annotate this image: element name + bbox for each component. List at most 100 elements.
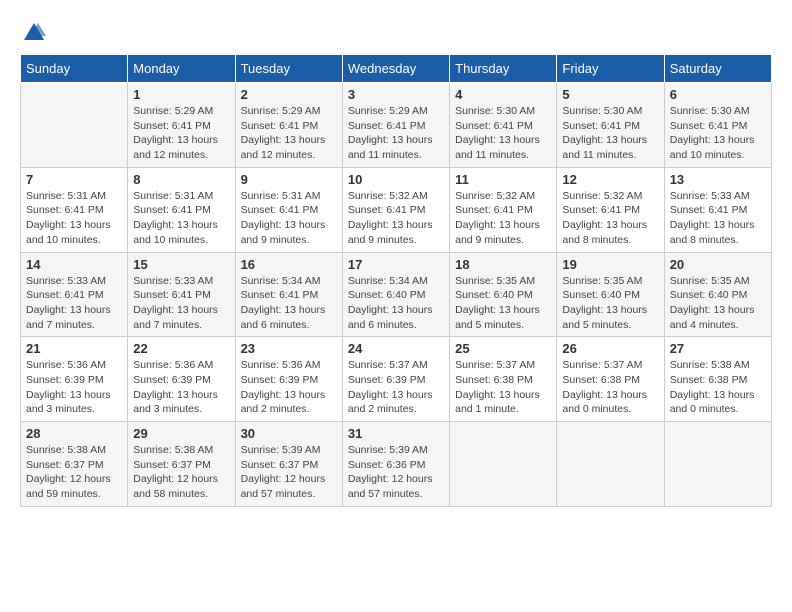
day-info: Sunrise: 5:38 AM Sunset: 6:37 PM Dayligh… xyxy=(133,443,229,502)
day-info: Sunrise: 5:39 AM Sunset: 6:37 PM Dayligh… xyxy=(241,443,337,502)
day-info: Sunrise: 5:37 AM Sunset: 6:39 PM Dayligh… xyxy=(348,358,444,417)
calendar-cell: 17 Sunrise: 5:34 AM Sunset: 6:40 PM Dayli… xyxy=(342,252,449,337)
day-number: 8 xyxy=(133,172,229,187)
day-info: Sunrise: 5:39 AM Sunset: 6:36 PM Dayligh… xyxy=(348,443,444,502)
day-number: 4 xyxy=(455,87,551,102)
day-number: 28 xyxy=(26,426,122,441)
day-number: 26 xyxy=(562,341,658,356)
day-info: Sunrise: 5:31 AM Sunset: 6:41 PM Dayligh… xyxy=(26,189,122,248)
day-number: 6 xyxy=(670,87,766,102)
day-info: Sunrise: 5:34 AM Sunset: 6:40 PM Dayligh… xyxy=(348,274,444,333)
day-info: Sunrise: 5:30 AM Sunset: 6:41 PM Dayligh… xyxy=(670,104,766,163)
day-number: 10 xyxy=(348,172,444,187)
day-info: Sunrise: 5:32 AM Sunset: 6:41 PM Dayligh… xyxy=(562,189,658,248)
day-number: 31 xyxy=(348,426,444,441)
day-info: Sunrise: 5:36 AM Sunset: 6:39 PM Dayligh… xyxy=(26,358,122,417)
day-number: 15 xyxy=(133,257,229,272)
day-info: Sunrise: 5:33 AM Sunset: 6:41 PM Dayligh… xyxy=(26,274,122,333)
column-header-saturday: Saturday xyxy=(664,55,771,83)
column-header-friday: Friday xyxy=(557,55,664,83)
calendar-cell: 20 Sunrise: 5:35 AM Sunset: 6:40 PM Dayli… xyxy=(664,252,771,337)
day-info: Sunrise: 5:35 AM Sunset: 6:40 PM Dayligh… xyxy=(455,274,551,333)
calendar-cell: 23 Sunrise: 5:36 AM Sunset: 6:39 PM Dayli… xyxy=(235,337,342,422)
calendar-cell xyxy=(21,83,128,168)
day-info: Sunrise: 5:30 AM Sunset: 6:41 PM Dayligh… xyxy=(455,104,551,163)
calendar-cell: 3Sunrise: 5:29 AM Sunset: 6:41 PM Daylig… xyxy=(342,83,449,168)
logo xyxy=(20,20,46,44)
day-number: 1 xyxy=(133,87,229,102)
day-number: 19 xyxy=(562,257,658,272)
day-number: 21 xyxy=(26,341,122,356)
day-number: 13 xyxy=(670,172,766,187)
calendar-cell: 2 Sunrise: 5:29 AM Sunset: 6:41 PM Daylig… xyxy=(235,83,342,168)
day-number: 11 xyxy=(455,172,551,187)
calendar-cell: 22 Sunrise: 5:36 AM Sunset: 6:39 PM Dayli… xyxy=(128,337,235,422)
day-number: 20 xyxy=(670,257,766,272)
column-header-monday: Monday xyxy=(128,55,235,83)
day-info: Sunrise: 5:36 AM Sunset: 6:39 PM Dayligh… xyxy=(241,358,337,417)
day-number: 14 xyxy=(26,257,122,272)
day-number: 12 xyxy=(562,172,658,187)
calendar-cell xyxy=(450,422,557,507)
calendar-cell: 11 Sunrise: 5:32 AM Sunset: 6:41 PM Dayli… xyxy=(450,167,557,252)
day-number: 18 xyxy=(455,257,551,272)
day-number: 22 xyxy=(133,341,229,356)
calendar-cell: 18 Sunrise: 5:35 AM Sunset: 6:40 PM Dayli… xyxy=(450,252,557,337)
day-number: 27 xyxy=(670,341,766,356)
logo-icon xyxy=(22,20,46,44)
day-info: Sunrise: 5:31 AM Sunset: 6:41 PM Dayligh… xyxy=(241,189,337,248)
calendar-cell: 6 Sunrise: 5:30 AM Sunset: 6:41 PM Daylig… xyxy=(664,83,771,168)
calendar-cell: 9 Sunrise: 5:31 AM Sunset: 6:41 PM Daylig… xyxy=(235,167,342,252)
day-info: Sunrise: 5:36 AM Sunset: 6:39 PM Dayligh… xyxy=(133,358,229,417)
column-header-tuesday: Tuesday xyxy=(235,55,342,83)
day-info: Sunrise: 5:38 AM Sunset: 6:38 PM Dayligh… xyxy=(670,358,766,417)
day-info: Sunrise: 5:29 AM Sunset: 6:41 PM Dayligh… xyxy=(241,104,337,163)
calendar-cell: 29 Sunrise: 5:38 AM Sunset: 6:37 PM Dayli… xyxy=(128,422,235,507)
calendar-cell: 30 Sunrise: 5:39 AM Sunset: 6:37 PM Dayli… xyxy=(235,422,342,507)
day-number: 16 xyxy=(241,257,337,272)
calendar-cell: 25 Sunrise: 5:37 AM Sunset: 6:38 PM Dayli… xyxy=(450,337,557,422)
day-number: 9 xyxy=(241,172,337,187)
calendar-cell: 19 Sunrise: 5:35 AM Sunset: 6:40 PM Dayli… xyxy=(557,252,664,337)
calendar-cell: 26Sunrise: 5:37 AM Sunset: 6:38 PM Dayli… xyxy=(557,337,664,422)
day-number: 2 xyxy=(241,87,337,102)
day-info: Sunrise: 5:29 AM Sunset: 6:41 PM Dayligh… xyxy=(133,104,229,163)
calendar-cell: 1 Sunrise: 5:29 AM Sunset: 6:41 PM Daylig… xyxy=(128,83,235,168)
calendar-cell: 15 Sunrise: 5:33 AM Sunset: 6:41 PM Dayli… xyxy=(128,252,235,337)
day-number: 3 xyxy=(348,87,444,102)
day-info: Sunrise: 5:37 AM Sunset: 6:38 PM Dayligh… xyxy=(455,358,551,417)
day-info: Sunrise: 5:31 AM Sunset: 6:41 PM Dayligh… xyxy=(133,189,229,248)
calendar-cell: 21 Sunrise: 5:36 AM Sunset: 6:39 PM Dayli… xyxy=(21,337,128,422)
day-number: 7 xyxy=(26,172,122,187)
calendar-cell: 10 Sunrise: 5:32 AM Sunset: 6:41 PM Dayli… xyxy=(342,167,449,252)
calendar-cell: 13 Sunrise: 5:33 AM Sunset: 6:41 PM Dayli… xyxy=(664,167,771,252)
calendar-cell: 24 Sunrise: 5:37 AM Sunset: 6:39 PM Dayli… xyxy=(342,337,449,422)
day-info: Sunrise: 5:35 AM Sunset: 6:40 PM Dayligh… xyxy=(670,274,766,333)
day-info: Sunrise: 5:30 AM Sunset: 6:41 PM Dayligh… xyxy=(562,104,658,163)
day-number: 23 xyxy=(241,341,337,356)
calendar-cell xyxy=(557,422,664,507)
calendar-cell: 5Sunrise: 5:30 AM Sunset: 6:41 PM Daylig… xyxy=(557,83,664,168)
column-header-wednesday: Wednesday xyxy=(342,55,449,83)
calendar-table: SundayMondayTuesdayWednesdayThursdayFrid… xyxy=(20,54,772,507)
calendar-cell: 27 Sunrise: 5:38 AM Sunset: 6:38 PM Dayli… xyxy=(664,337,771,422)
day-info: Sunrise: 5:32 AM Sunset: 6:41 PM Dayligh… xyxy=(455,189,551,248)
day-number: 25 xyxy=(455,341,551,356)
calendar-cell: 12 Sunrise: 5:32 AM Sunset: 6:41 PM Dayli… xyxy=(557,167,664,252)
calendar-cell: 4 Sunrise: 5:30 AM Sunset: 6:41 PM Daylig… xyxy=(450,83,557,168)
calendar-cell: 16 Sunrise: 5:34 AM Sunset: 6:41 PM Dayli… xyxy=(235,252,342,337)
day-info: Sunrise: 5:33 AM Sunset: 6:41 PM Dayligh… xyxy=(670,189,766,248)
calendar-cell: 31 Sunrise: 5:39 AM Sunset: 6:36 PM Dayli… xyxy=(342,422,449,507)
column-header-sunday: Sunday xyxy=(21,55,128,83)
day-info: Sunrise: 5:38 AM Sunset: 6:37 PM Dayligh… xyxy=(26,443,122,502)
day-number: 29 xyxy=(133,426,229,441)
day-info: Sunrise: 5:33 AM Sunset: 6:41 PM Dayligh… xyxy=(133,274,229,333)
day-info: Sunrise: 5:35 AM Sunset: 6:40 PM Dayligh… xyxy=(562,274,658,333)
column-header-thursday: Thursday xyxy=(450,55,557,83)
day-number: 24 xyxy=(348,341,444,356)
day-number: 17 xyxy=(348,257,444,272)
day-info: Sunrise: 5:34 AM Sunset: 6:41 PM Dayligh… xyxy=(241,274,337,333)
day-info: Sunrise: 5:32 AM Sunset: 6:41 PM Dayligh… xyxy=(348,189,444,248)
day-number: 30 xyxy=(241,426,337,441)
calendar-cell: 8 Sunrise: 5:31 AM Sunset: 6:41 PM Daylig… xyxy=(128,167,235,252)
